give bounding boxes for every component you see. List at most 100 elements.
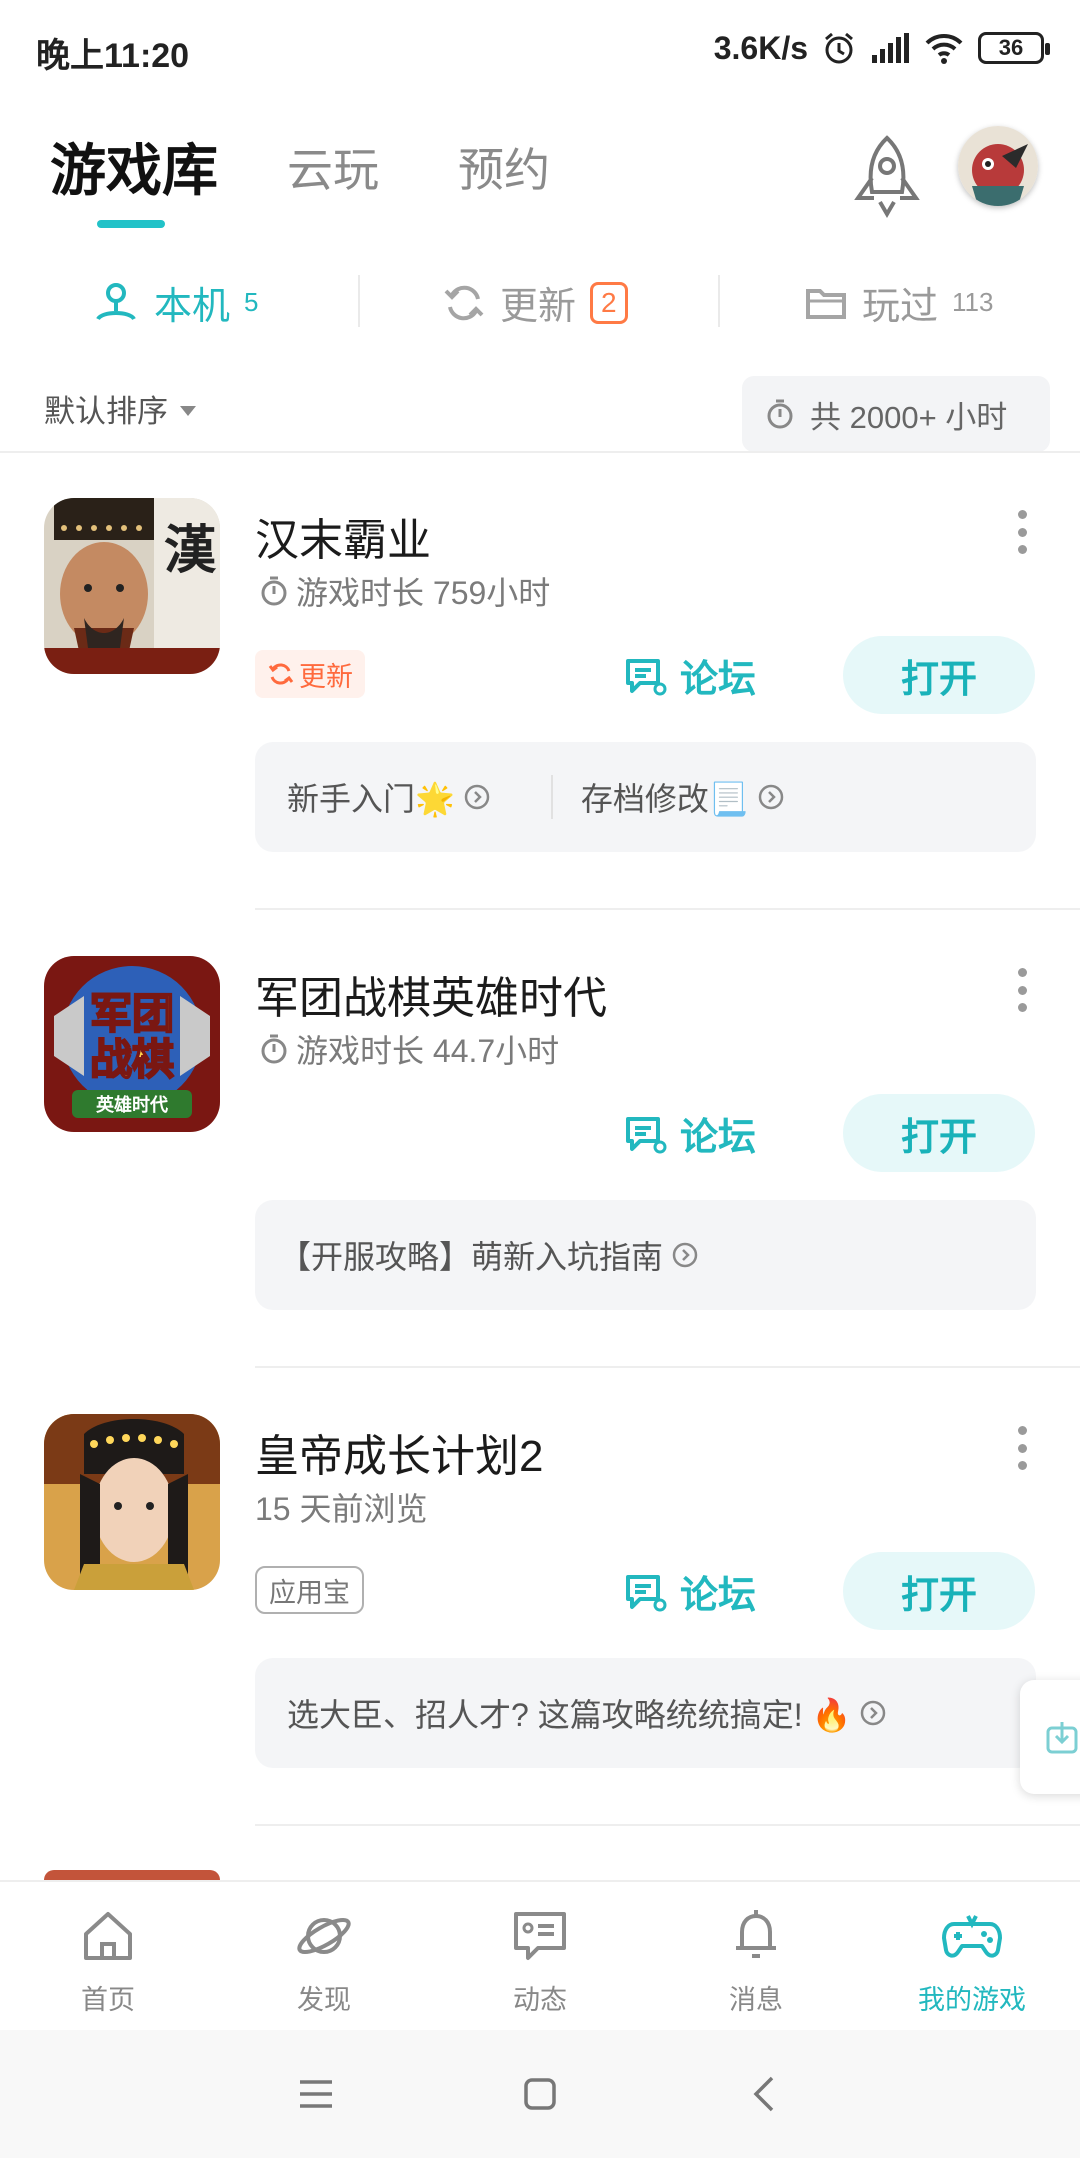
bottom-navigation: 首页 发现 动态 消息 我的游戏 [0, 1880, 1080, 2030]
tips-bar: 【开服攻略】萌新入坑指南 [255, 1200, 1036, 1310]
status-bar: 晚上11:20 3.6K/s 36 [0, 0, 1080, 96]
total-playtime-text: 共 2000+ 小时 [810, 399, 1008, 435]
battery-level: 36 [998, 35, 1024, 60]
icon-text-2: 战棋 [90, 1035, 174, 1084]
refresh-icon [268, 663, 294, 685]
nav-my-games-label: 我的游戏 [918, 1985, 1026, 2015]
forum-label: 论坛 [680, 1575, 757, 1617]
back-icon[interactable] [742, 2070, 790, 2118]
nav-feed[interactable]: 动态 [460, 1904, 620, 2017]
icon-text-1: 军团 [90, 989, 174, 1038]
download-icon [1046, 1722, 1078, 1754]
rocket-icon[interactable] [850, 132, 924, 220]
segment-update[interactable]: 更新 2 [442, 275, 628, 330]
segment-bar: 本机 5 更新 2 玩过 113 [0, 255, 1080, 351]
game-icon-emperor[interactable] [44, 1414, 220, 1590]
alarm-icon [825, 32, 853, 64]
tip-link[interactable]: 选大臣、招人才? 这篇攻略统统搞定! 🔥 [255, 1690, 887, 1736]
nav-discover-label: 发现 [297, 1985, 351, 2015]
more-options-icon[interactable] [1016, 968, 1028, 1012]
segment-local-label: 本机 [154, 286, 231, 328]
sort-dropdown[interactable]: 默认排序 [44, 386, 196, 431]
forum-chat-icon [626, 1574, 667, 1611]
local-device-icon [96, 282, 136, 320]
segment-local-count: 5 [244, 287, 259, 317]
segment-divider [358, 275, 360, 327]
icon-text-3: 英雄时代 [95, 1094, 168, 1116]
forum-button[interactable]: 论坛 [622, 1564, 756, 1619]
refresh-icon [444, 285, 484, 320]
game-title[interactable]: 军团战棋英雄时代 [255, 962, 607, 1026]
caret-down-icon [180, 405, 196, 416]
nav-messages-label: 消息 [729, 1985, 783, 2015]
update-tag[interactable]: 更新 [255, 650, 365, 698]
stopwatch-icon [261, 1034, 287, 1064]
tips-bar: 新手入门🌟 存档修改📃 [255, 742, 1036, 852]
svg-text:漢: 漢 [164, 520, 217, 581]
nav-discover[interactable]: 发现 [244, 1904, 404, 2017]
source-tag: 应用宝 [255, 1566, 364, 1614]
game-icon-legion[interactable]: 军团 战棋 英雄时代 [44, 956, 220, 1132]
segment-divider [718, 275, 720, 327]
home-square-icon[interactable] [516, 2070, 564, 2118]
more-options-icon[interactable] [1016, 510, 1028, 554]
tip-link[interactable]: 新手入门🌟 [255, 774, 491, 820]
game-playtime-text: 游戏时长 759小时 [296, 575, 551, 611]
home-icon [84, 1912, 132, 1960]
avatar[interactable] [958, 126, 1038, 206]
folder-icon [806, 288, 846, 319]
more-options-icon[interactable] [1016, 1426, 1028, 1470]
nav-feed-label: 动态 [513, 1985, 567, 2015]
tip-text: 【开服攻略】萌新入坑指南 [279, 1239, 664, 1275]
header: 游戏库 云玩 预约 [0, 110, 1080, 230]
update-count-badge: 2 [590, 281, 628, 324]
game-title[interactable]: 汉末霸业 [255, 504, 431, 568]
game-title[interactable]: 皇帝成长计划2 [255, 1420, 543, 1484]
open-button[interactable]: 打开 [843, 636, 1035, 714]
battery-icon: 36 [978, 32, 1050, 64]
game-icon-hanmo[interactable]: 漢 [44, 498, 220, 674]
tab-game-library[interactable]: 游戏库 [50, 126, 218, 207]
system-navigation-bar [0, 2030, 1080, 2158]
update-tag-label: 更新 [299, 661, 353, 692]
segment-played-label: 玩过 [862, 286, 939, 328]
gamepad-icon [942, 1915, 1002, 1958]
open-button[interactable]: 打开 [843, 1094, 1035, 1172]
forum-button[interactable]: 论坛 [622, 648, 756, 703]
forum-button[interactable]: 论坛 [622, 1106, 756, 1161]
floating-download-widget[interactable] [1020, 1680, 1080, 1794]
game-card: 皇帝成长计划2 15 天前浏览 应用宝 论坛 打开 选大臣、招人才? 这篇攻略统… [0, 1368, 1080, 1826]
game-playtime-text: 游戏时长 44.7小时 [296, 1033, 560, 1069]
tab-cloud-play[interactable]: 云玩 [287, 134, 379, 200]
game-playtime: 游戏时长 44.7小时 [258, 1026, 559, 1072]
divider [255, 1824, 1080, 1826]
tab-reservation[interactable]: 预约 [458, 134, 550, 200]
tips-bar: 选大臣、招人才? 这篇攻略统统搞定! 🔥 [255, 1658, 1036, 1768]
menu-icon[interactable] [292, 2070, 340, 2118]
tip-link[interactable]: 存档修改📃 [561, 774, 785, 820]
active-tab-indicator [97, 220, 165, 228]
game-card: 军团 战棋 英雄时代 军团战棋英雄时代 游戏时长 44.7小时 论坛 打开 【开… [0, 910, 1080, 1368]
network-speed: 3.6K/s [713, 29, 808, 66]
nav-home-label: 首页 [81, 1985, 135, 2015]
tip-link[interactable]: 【开服攻略】萌新入坑指南 [255, 1232, 699, 1278]
game-last-viewed: 15 天前浏览 [255, 1484, 428, 1530]
bell-icon [736, 1910, 776, 1958]
forum-label: 论坛 [680, 1117, 757, 1159]
sort-label: 默认排序 [44, 394, 168, 429]
message-card-icon [514, 1912, 566, 1960]
tip-text: 新手入门🌟 [287, 781, 455, 817]
signal-icon [872, 33, 909, 63]
nav-home[interactable]: 首页 [28, 1904, 188, 2017]
game-playtime: 游戏时长 759小时 [258, 568, 550, 614]
chevron-circle-icon [672, 1242, 698, 1268]
nav-messages[interactable]: 消息 [676, 1904, 836, 2017]
chevron-circle-icon [758, 784, 783, 810]
segment-played[interactable]: 玩过 113 [804, 275, 993, 330]
chevron-circle-icon [861, 1700, 886, 1726]
status-time: 晚上11:20 [36, 37, 190, 75]
open-button[interactable]: 打开 [843, 1552, 1035, 1630]
segment-local[interactable]: 本机 5 [92, 275, 258, 330]
game-icon-partial[interactable] [44, 1870, 220, 1880]
nav-my-games[interactable]: 我的游戏 [892, 1904, 1052, 2017]
